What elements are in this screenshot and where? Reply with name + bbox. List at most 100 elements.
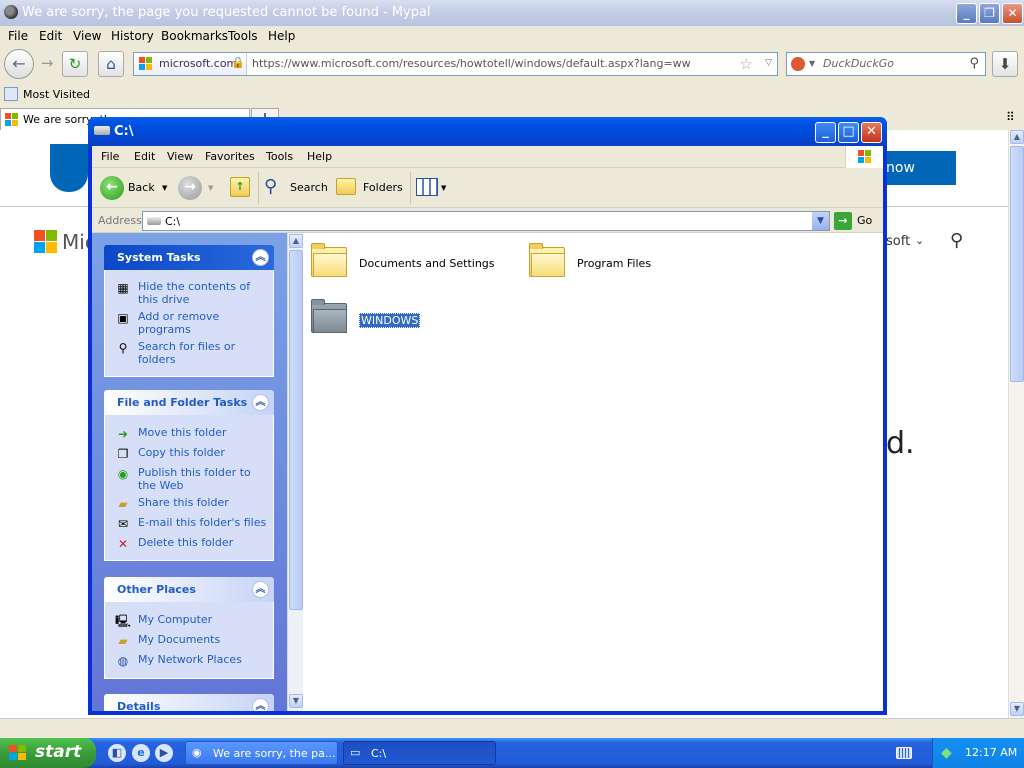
file-folder-tasks-body: ➜ Move this folder ❐ Copy this folder ◉ … — [104, 415, 274, 561]
task-label: Search for files or folders — [138, 340, 236, 366]
page-cta-label: now — [886, 160, 915, 176]
search-engine-dropdown-icon[interactable]: ▼ — [809, 59, 815, 68]
page-heading-fragment: d. — [886, 426, 915, 461]
folder-windows[interactable]: WINDOWS — [311, 299, 451, 339]
taskbar: start ◧ e ▶ ◉ We are sorry, the pa... ▭ … — [0, 738, 1024, 768]
up-folder-button[interactable]: ↑ — [228, 176, 254, 200]
explorer-maximize-icon[interactable]: □ — [838, 122, 859, 143]
network-tray-icon[interactable]: ◆ — [941, 745, 952, 761]
views-button[interactable]: ▼ — [416, 176, 450, 200]
system-tasks-title: System Tasks — [117, 251, 201, 264]
close-icon[interactable]: ✕ — [1002, 3, 1023, 24]
ex-menu-edit[interactable]: Edit — [134, 150, 155, 163]
forward-arrow-icon[interactable]: → — [34, 51, 60, 77]
browser-nav-bar: ← → ↻ ⌂ microsoft.com 🔒 https://www.micr… — [0, 46, 1024, 84]
menu-view[interactable]: View — [73, 29, 101, 43]
bookmark-star-icon[interactable]: ☆ — [740, 55, 753, 73]
download-icon[interactable]: ⬇ — [992, 51, 1018, 77]
menu-tools[interactable]: Tools — [228, 29, 258, 43]
back-arrow-icon[interactable]: ← — [4, 49, 34, 79]
url-dropdown-icon[interactable]: ▽ — [765, 58, 772, 68]
search-magnifier-icon: ⚲ — [264, 176, 278, 197]
ex-menu-file[interactable]: File — [101, 150, 119, 163]
other-places-header[interactable]: Other Places ︽ — [104, 577, 274, 602]
scroll-down-icon[interactable]: ▼ — [1010, 702, 1024, 716]
forward-button[interactable]: → ▼ — [178, 176, 218, 200]
ex-menu-tools[interactable]: Tools — [266, 150, 293, 163]
reload-icon[interactable]: ↻ — [62, 51, 88, 77]
menu-edit[interactable]: Edit — [39, 29, 62, 43]
move-folder-icon: ➜ — [117, 427, 129, 441]
explorer-menu-bar: File Edit View Favorites Tools Help — [92, 146, 883, 168]
file-folder-tasks-header[interactable]: File and Folder Tasks ︽ — [104, 390, 274, 415]
folder-program-files[interactable]: Program Files — [529, 243, 689, 283]
home-icon[interactable]: ⌂ — [98, 51, 124, 77]
system-tasks-header[interactable]: System Tasks ︽ — [104, 245, 274, 270]
ex-menu-favorites[interactable]: Favorites — [205, 150, 255, 163]
page-nav-item[interactable]: soft — [886, 234, 910, 249]
go-button[interactable]: → Go — [834, 211, 880, 231]
page-search-icon[interactable]: ⚲ — [950, 230, 963, 251]
collapse-chevron-icon[interactable]: ︽ — [252, 249, 269, 266]
scroll-up-icon[interactable]: ▲ — [1010, 130, 1024, 144]
back-dropdown-icon[interactable]: ▼ — [162, 184, 167, 192]
back-button[interactable]: ← Back ▼ — [100, 176, 170, 200]
ex-menu-help[interactable]: Help — [307, 150, 332, 163]
menu-bookmarks[interactable]: Bookmarks — [161, 29, 228, 43]
collapse-chevron-icon[interactable]: ︽ — [252, 581, 269, 598]
folders-button[interactable]: Folders — [336, 176, 406, 200]
url-text[interactable]: https://www.microsoft.com/resources/howt… — [252, 57, 691, 70]
tab-list-icon[interactable]: ⠿ — [1006, 110, 1015, 124]
show-desktop-icon[interactable]: ◧ — [108, 744, 126, 762]
search-placeholder: DuckDuckGo — [823, 57, 894, 70]
menu-help[interactable]: Help — [268, 29, 295, 43]
search-bar[interactable]: ▼ DuckDuckGo ⚲ — [786, 52, 986, 76]
place-label: My Network Places — [138, 653, 242, 666]
folders-icon — [336, 178, 356, 195]
taskbar-item-explorer[interactable]: ▭ C:\ — [343, 741, 496, 765]
scroll-thumb[interactable] — [1010, 146, 1024, 382]
ex-menu-view[interactable]: View — [167, 150, 193, 163]
explorer-close-icon[interactable]: ✕ — [861, 122, 882, 143]
menu-history[interactable]: History — [111, 29, 154, 43]
address-input[interactable]: C:\ ▼ — [142, 211, 830, 231]
media-player-icon[interactable]: ▶ — [155, 744, 173, 762]
views-dropdown-icon[interactable]: ▼ — [441, 184, 446, 192]
details-header[interactable]: Details ︽ — [104, 694, 274, 711]
most-visited-icon — [4, 87, 18, 101]
browser-vertical-scrollbar[interactable]: ▲ ▼ — [1008, 130, 1024, 718]
folder-documents-and-settings[interactable]: Documents and Settings — [311, 243, 511, 283]
search-button[interactable]: ⚲ Search — [264, 176, 330, 200]
mypal-app-icon — [4, 5, 18, 19]
explorer-minimize-icon[interactable]: _ — [815, 122, 836, 143]
search-icon[interactable]: ⚲ — [969, 56, 979, 71]
address-bar: Address C:\ ▼ → Go — [92, 209, 883, 233]
drive-icon — [94, 126, 110, 135]
taskbar-item-browser[interactable]: ◉ We are sorry, the pa... — [185, 741, 338, 765]
bookmark-most-visited[interactable]: Most Visited — [23, 88, 90, 101]
pane-scroll-up-icon[interactable]: ▲ — [289, 234, 303, 248]
minimize-icon[interactable]: _ — [956, 3, 977, 24]
expand-chevron-icon[interactable]: ︽ — [252, 698, 269, 711]
folder-name: Program Files — [577, 257, 652, 270]
address-dropdown-icon[interactable]: ▼ — [812, 212, 829, 230]
clock: 12:17 AM — [965, 746, 1018, 759]
internet-explorer-icon[interactable]: e — [132, 744, 150, 762]
explorer-toolbar: ← Back ▼ → ▼ ↑ ⚲ Search Folders ▼ — [92, 168, 883, 208]
task-pane: System Tasks ︽ ▦ Hide the contents of th… — [92, 233, 287, 711]
other-places-panel: Other Places ︽ 🖳 My Computer ▰ My Docume… — [104, 577, 274, 679]
url-bar[interactable]: microsoft.com 🔒 https://www.microsoft.co… — [133, 52, 778, 76]
start-button[interactable]: start — [0, 738, 96, 768]
site-identity[interactable]: microsoft.com 🔒 — [134, 53, 247, 75]
menu-file[interactable]: File — [8, 29, 28, 43]
restore-icon[interactable]: ❐ — [979, 3, 1000, 24]
collapse-chevron-icon[interactable]: ︽ — [252, 394, 269, 411]
keyboard-icon[interactable] — [896, 747, 912, 759]
browser-title-bar[interactable]: We are sorry, the page you requested can… — [0, 0, 1024, 26]
details-panel: Details ︽ — [104, 694, 274, 711]
windows-flag-glyph — [858, 150, 872, 164]
pane-scroll-down-icon[interactable]: ▼ — [289, 694, 303, 708]
pane-scroll-thumb[interactable] — [289, 250, 303, 610]
task-pane-scrollbar[interactable]: ▲ ▼ — [287, 233, 303, 711]
explorer-title-bar[interactable]: C:\ _ □ ✕ — [88, 117, 887, 146]
